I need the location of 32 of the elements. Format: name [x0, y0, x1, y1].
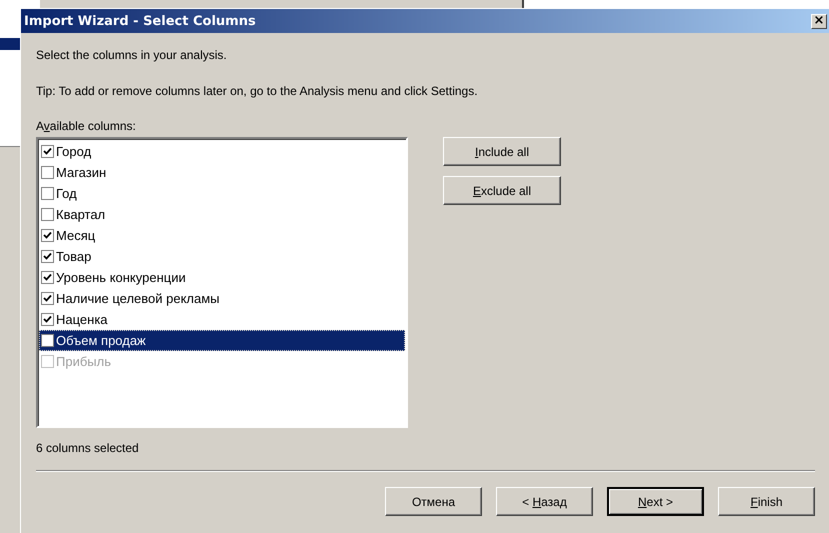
column-item[interactable]: Объем продаж [39, 330, 405, 351]
checkbox[interactable] [41, 313, 54, 326]
column-item[interactable]: Товар [39, 246, 405, 267]
checkbox[interactable] [41, 250, 54, 263]
column-item[interactable]: Квартал [39, 204, 405, 225]
selection-count: 6 columns selected [36, 441, 140, 456]
wizard-button[interactable]: < Назад [496, 487, 593, 516]
checkbox[interactable] [41, 334, 54, 347]
checkbox[interactable] [41, 229, 54, 242]
column-item[interactable]: Уровень конкуренции [39, 267, 405, 288]
checkbox[interactable] [41, 292, 54, 305]
checkbox[interactable] [41, 187, 54, 200]
column-item[interactable]: Город [39, 141, 405, 162]
wizard-button[interactable]: Next > [607, 487, 704, 516]
wizard-button[interactable]: Отмена [385, 487, 482, 516]
column-item[interactable]: Наличие целевой рекламы [39, 288, 405, 309]
column-item[interactable]: Магазин [39, 162, 405, 183]
column-item[interactable]: Месяц [39, 225, 405, 246]
checkbox[interactable] [41, 271, 54, 284]
column-item[interactable]: Год [39, 183, 405, 204]
tip-text: Tip: To add or remove columns later on, go to the Analysis menu and click Settings. [36, 84, 479, 99]
checkbox[interactable] [41, 145, 54, 158]
checkbox[interactable] [41, 208, 54, 221]
list-label: Available columns: [36, 119, 137, 134]
wizard-button[interactable]: Finish [718, 487, 815, 516]
action-button[interactable]: Exclude all [443, 176, 561, 205]
close-button[interactable]: × [811, 14, 827, 28]
column-item[interactable]: Наценка [39, 309, 405, 330]
instruction-text: Select the columns in your analysis. [36, 48, 228, 63]
checkbox[interactable] [41, 166, 54, 179]
window-title: Import Wizard - Select Columns [24, 14, 256, 28]
action-button[interactable]: Include all [443, 137, 561, 166]
